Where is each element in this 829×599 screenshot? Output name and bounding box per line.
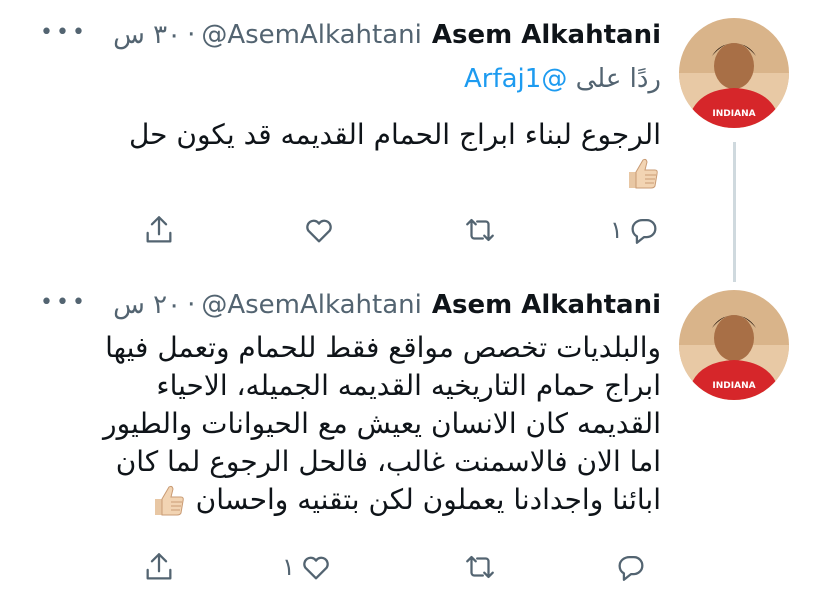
reply-context: ردًا على @Arfaj1 — [464, 64, 661, 94]
tweet-text-line-with-emoji: ابائنا واجدادنا يعملون لكن بتقنيه واحسان — [41, 481, 661, 519]
retweet-button[interactable] — [463, 549, 501, 585]
tweet-text-line: القديمه كان الانسان يعيش مع الحيوانات وا… — [103, 407, 661, 440]
tweet-text-line: والبلديات تخصص مواقع فقط للحمام وتعمل في… — [105, 331, 661, 364]
more-icon[interactable]: ••• — [40, 20, 88, 45]
tweet-text-line: ابائنا واجدادنا يعملون لكن بتقنيه واحسان — [195, 483, 661, 516]
tweet-actions: ١ — [130, 212, 670, 252]
share-icon — [146, 553, 172, 580]
tweet-2[interactable]: INDIANA Asem Alkahtani @AsemAlkahtani · … — [0, 285, 829, 599]
timestamp[interactable]: ٣٠ س — [113, 20, 181, 50]
share-button[interactable] — [142, 549, 176, 585]
reply-button[interactable]: ١ — [610, 212, 661, 248]
svg-text:INDIANA: INDIANA — [712, 109, 755, 119]
reply-icon — [618, 555, 644, 581]
tweet-text-line: الرجوع لبناء ابراج الحمام القديمه قد يكو… — [128, 118, 661, 151]
reply-button[interactable] — [610, 549, 648, 585]
retweet-icon — [466, 555, 494, 579]
avatar[interactable]: INDIANA — [679, 18, 789, 128]
retweet-icon — [466, 218, 494, 242]
separator-dot: · — [187, 20, 196, 50]
like-button[interactable] — [302, 212, 340, 248]
share-button[interactable] — [142, 212, 176, 248]
like-button[interactable]: ١ — [282, 549, 333, 585]
display-name[interactable]: Asem Alkahtani — [432, 290, 661, 320]
tweet-text: الرجوع لبناء ابراج الحمام القديمه قد يكو… — [41, 116, 661, 192]
thumbs-up-emoji — [629, 158, 658, 189]
tweet-text: والبلديات تخصص مواقع فقط للحمام وتعمل في… — [41, 329, 661, 519]
handle[interactable]: @AsemAlkahtani — [201, 20, 422, 50]
reply-count: ١ — [610, 216, 623, 244]
tweet-1[interactable]: INDIANA Asem Alkahtani @AsemAlkahtani · … — [0, 0, 829, 285]
tweet-text-line: ابراج حمام التاريخيه القديمه الجميله، ال… — [156, 369, 661, 402]
avatar[interactable]: INDIANA — [679, 290, 789, 400]
share-icon — [146, 216, 172, 243]
display-name[interactable]: Asem Alkahtani — [432, 20, 661, 50]
thread-line — [733, 142, 736, 282]
svg-text:INDIANA: INDIANA — [712, 381, 755, 391]
like-icon — [303, 556, 329, 580]
tweet-header: Asem Alkahtani @AsemAlkahtani · ٢٠ س — [113, 287, 661, 323]
more-icon[interactable]: ••• — [40, 290, 88, 315]
retweet-button[interactable] — [463, 212, 501, 248]
timestamp[interactable]: ٢٠ س — [113, 290, 181, 320]
reply-prefix: ردًا على — [575, 64, 661, 94]
emoji-line — [41, 154, 661, 192]
tweet-text-line: اما الان فالاسمنت غالب، فالحل الرجوع لما… — [115, 445, 661, 478]
thumbs-up-emoji — [154, 485, 184, 516]
reply-icon — [631, 218, 657, 244]
reply-mention[interactable]: @Arfaj1 — [464, 64, 567, 94]
tweet-header: Asem Alkahtani @AsemAlkahtani · ٣٠ س — [113, 17, 661, 53]
tweet-actions: ١ — [130, 549, 670, 589]
like-count: ١ — [282, 553, 295, 581]
like-icon — [306, 219, 332, 243]
separator-dot: · — [187, 290, 196, 320]
handle[interactable]: @AsemAlkahtani — [201, 290, 422, 320]
